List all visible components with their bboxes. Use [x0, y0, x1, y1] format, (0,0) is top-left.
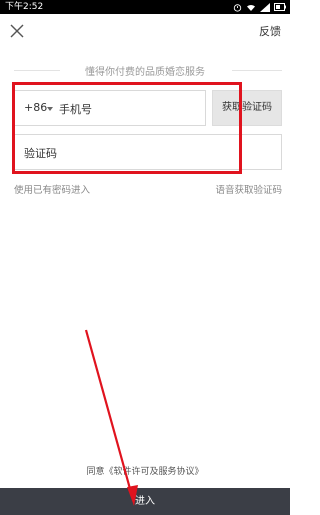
code-field-box: [14, 134, 282, 170]
signal-icon: [260, 2, 270, 12]
feedback-link[interactable]: 反馈: [259, 23, 281, 39]
phone-field-box: +86: [14, 90, 206, 126]
password-login-link[interactable]: 使用已有密码进入: [14, 182, 90, 196]
status-bar: 下午2:52: [0, 0, 290, 14]
phone-input[interactable]: [59, 100, 199, 118]
subtitle-section: 懂得你付费的品质婚恋服务: [0, 62, 290, 78]
phone-row: +86 获取验证码: [14, 90, 282, 126]
status-time: 下午2:52: [5, 2, 44, 12]
battery-icon: [274, 3, 286, 11]
page-subtitle: 懂得你付费的品质婚恋服务: [85, 67, 205, 78]
verification-code-input[interactable]: [24, 144, 264, 162]
close-icon[interactable]: [8, 22, 26, 40]
enter-button[interactable]: 进入: [0, 488, 290, 515]
agreement-link[interactable]: 同意《软件许可及服务协议》: [0, 464, 290, 477]
country-code-selector[interactable]: +86: [24, 101, 47, 114]
status-icons: [233, 0, 286, 14]
top-bar: 反馈: [0, 14, 290, 48]
wifi-icon: [246, 3, 256, 12]
alarm-icon: [233, 3, 242, 12]
voice-code-link[interactable]: 语音获取验证码: [215, 182, 282, 196]
get-code-button[interactable]: 获取验证码: [212, 90, 282, 126]
chevron-down-icon[interactable]: [47, 107, 53, 111]
